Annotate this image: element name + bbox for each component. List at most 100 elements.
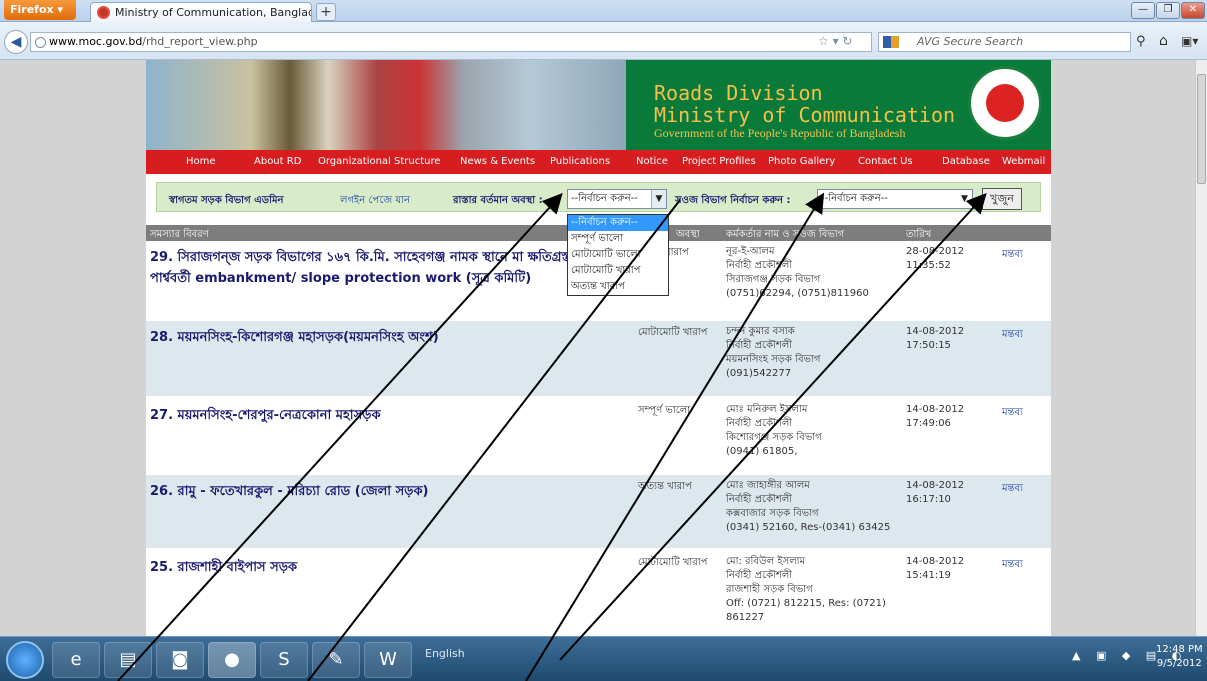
officer-name: মোঃ মনিরুল ইসলাম	[726, 404, 808, 415]
banner-title-line2: Ministry of Communication	[654, 103, 956, 127]
dropdown-option[interactable]: অত্যন্ত খারাপ	[568, 279, 668, 295]
row-date: 14-08-2012 17:49:06	[906, 403, 964, 431]
row-title[interactable]: 28. ময়মনসিংহ-কিশোরগঞ্জ মহাসড়ক(ময়মনসিং…	[150, 327, 630, 348]
close-window-button[interactable]: ✕	[1181, 2, 1205, 19]
seal-center	[986, 84, 1024, 122]
road-status-dropdown: --নির্বাচন করুন-- সম্পূর্ণ ভালো মোটামোটি…	[567, 214, 669, 296]
outlook-icon[interactable]: ◙	[156, 642, 204, 678]
firefox-menu-label: Firefox	[10, 3, 54, 16]
row-title[interactable]: 29. সিরাজগন্জ সড়ক বিভাগের ১৬৭ কি.মি. সা…	[150, 247, 630, 289]
page-content: Roads Division Ministry of Communication…	[146, 60, 1051, 636]
row-title[interactable]: 25. রাজশাহী বাইপাস সড়ক	[150, 557, 630, 578]
date-value: 28-08-2012	[906, 246, 965, 257]
clock-time: 12:48 PM	[1156, 644, 1203, 655]
url-host: www.moc.gov.bd	[49, 35, 143, 48]
row-date: 28-08-2012 11:35:52	[906, 245, 964, 273]
dropdown-option[interactable]: --নির্বাচন করুন--	[568, 215, 668, 231]
browser-tab[interactable]: Ministry of Communication, Bangladesh	[90, 2, 312, 22]
firefox-menu-button[interactable]: Firefox ▾	[4, 0, 76, 20]
menu-item-about[interactable]: About RD	[254, 156, 301, 167]
url-bar[interactable]: www.moc.gov.bd/rhd_report_view.php	[30, 32, 872, 52]
date-value: 14-08-2012	[906, 480, 965, 491]
start-button[interactable]	[6, 641, 44, 679]
road-status-select[interactable]: --নির্বাচন করুন-- ▼	[567, 189, 667, 209]
time-value: 15:41:19	[906, 570, 951, 581]
tray-clock[interactable]: 12:48 PM 9/5/2012	[1156, 643, 1203, 671]
division-select[interactable]: --নির্বাচন করুন-- ▼	[817, 189, 973, 209]
officer-name: মোঃ জাহাঙ্গীর আলম	[726, 480, 810, 491]
table-row: 26. রামু - ফতেখারকুল - মরিচ্যা রোড (জেলা…	[146, 475, 1051, 551]
table-row: 25. রাজশাহী বাইপাস সড়ক মোটামোটি খারাপ ম…	[146, 551, 1051, 636]
back-arrow-icon[interactable]: ◀	[4, 30, 28, 54]
menu-item-publications[interactable]: Publications	[550, 156, 610, 167]
row-officer: নূর-ই-আলম নির্বাহী প্রকৌশলী সিরাজগঞ্জ সড…	[726, 245, 896, 301]
menu-icon[interactable]: ▣▾	[1181, 34, 1198, 48]
menu-item-webmail[interactable]: Webmail	[1002, 156, 1045, 167]
menu-item-news[interactable]: News & Events	[460, 156, 535, 167]
comment-link[interactable]: মন্তব্য	[1002, 327, 1023, 344]
banner-photos	[146, 60, 626, 150]
file-explorer-icon[interactable]: ▤	[104, 642, 152, 678]
banner-title: Roads Division Ministry of Communication	[654, 82, 955, 126]
row-officer: মোঃ মনিরুল ইসলাম নির্বাহী প্রকৌশলী কিশোর…	[726, 403, 896, 459]
menu-item-home[interactable]: Home	[186, 156, 216, 167]
officer-designation: নির্বাহী প্রকৌশলী	[726, 494, 793, 505]
search-input[interactable]: AVG Secure Search	[878, 32, 1131, 52]
logout-link[interactable]: লগইন পেজে যান	[340, 193, 410, 210]
table-row: 27. ময়মনসিংহ-শেরপুর-নেত্রকোনা মহাসড়ক স…	[146, 399, 1051, 475]
chevron-down-icon: ▼	[957, 190, 972, 208]
firefox-icon[interactable]: ●	[208, 642, 256, 678]
table-row: 28. ময়মনসিংহ-কিশোরগঞ্জ মহাসড়ক(ময়মনসিং…	[146, 321, 1051, 399]
officer-division: কিশোরগঞ্জ সড়ক বিভাগ	[726, 432, 822, 443]
menu-item-contact[interactable]: Contact Us	[858, 156, 913, 167]
admin-welcome-label: স্বাগতম সড়ক বিভাগ এডমিন	[169, 195, 284, 206]
language-indicator[interactable]: English	[425, 647, 465, 660]
menu-item-database[interactable]: Database	[942, 156, 990, 167]
search-button[interactable]: খুজুন	[982, 188, 1022, 210]
officer-division: ময়মনসিংহ সড়ক বিভাগ	[726, 354, 821, 365]
officer-phone: (0751)62294, (0751)811960	[726, 288, 869, 299]
site-menu: Home About RD Organizational Structure N…	[146, 150, 1051, 174]
menu-item-notice[interactable]: Notice	[636, 156, 668, 167]
search-icon[interactable]: ⚲	[1136, 34, 1146, 49]
word-icon[interactable]: W	[364, 642, 412, 678]
road-status-label: রাস্তার বর্তমান অবস্থা :	[453, 195, 543, 206]
row-title[interactable]: 27. ময়মনসিংহ-শেরপুর-নেত্রকোনা মহাসড়ক	[150, 405, 630, 426]
officer-name: নূর-ই-আলম	[726, 246, 775, 257]
comment-link[interactable]: মন্তব্য	[1002, 405, 1023, 422]
skype-icon[interactable]: S	[260, 642, 308, 678]
avg-icon	[883, 36, 899, 48]
maximize-window-button[interactable]: ❐	[1156, 2, 1180, 19]
comment-link[interactable]: মন্তব্য	[1002, 481, 1023, 498]
row-status: মোটামোটি খারাপ	[638, 327, 708, 338]
row-title[interactable]: 26. রামু - ফতেখারকুল - মরিচ্যা রোড (জেলা…	[150, 481, 630, 502]
comment-link[interactable]: মন্তব্য	[1002, 557, 1023, 574]
internet-explorer-icon[interactable]: e	[52, 642, 100, 678]
new-tab-button[interactable]: +	[316, 3, 336, 21]
row-status: অত্যন্ত খারাপ	[638, 481, 692, 492]
comment-link[interactable]: মন্তব্য	[1002, 247, 1023, 264]
row-officer: মোঃ জাহাঙ্গীর আলম নির্বাহী প্রকৌশলী কক্স…	[726, 479, 896, 535]
home-icon[interactable]: ⌂	[1159, 33, 1168, 49]
site-identity-icon	[35, 37, 46, 48]
dropdown-option[interactable]: মোটামোটি খারাপ	[568, 263, 668, 279]
row-officer: চন্দন কুমার বসাক নির্বাহী প্রকৌশলী ময়মন…	[726, 325, 896, 381]
officer-phone: (091)542277	[726, 368, 792, 379]
officer-division: কক্সবাজার সড়ক বিভাগ	[726, 508, 819, 519]
menu-item-gallery[interactable]: Photo Gallery	[768, 156, 835, 167]
search-placeholder: AVG Secure Search	[917, 35, 1024, 48]
minimize-window-button[interactable]: —	[1131, 2, 1155, 19]
title-bar: Firefox ▾ Ministry of Communication, Ban…	[0, 0, 1207, 22]
time-value: 17:50:15	[906, 340, 951, 351]
row-status: সম্পূর্ণ ভালো	[638, 405, 691, 416]
dropdown-option[interactable]: সম্পূর্ণ ভালো	[568, 231, 668, 247]
officer-designation: নির্বাহী প্রকৌশলী	[726, 570, 793, 581]
bookmark-star-icon[interactable]: ☆ ▾ ↻	[818, 34, 852, 48]
scrollbar-thumb[interactable]	[1197, 74, 1206, 184]
row-status: মোটামোটি খারাপ	[638, 557, 708, 568]
dropdown-option[interactable]: মোটামোটি ভালো	[568, 247, 668, 263]
menu-item-projects[interactable]: Project Profiles	[682, 156, 756, 167]
paint-icon[interactable]: ✎	[312, 642, 360, 678]
menu-item-structure[interactable]: Organizational Structure	[318, 156, 441, 167]
officer-designation: নির্বাহী প্রকৌশলী	[726, 340, 793, 351]
